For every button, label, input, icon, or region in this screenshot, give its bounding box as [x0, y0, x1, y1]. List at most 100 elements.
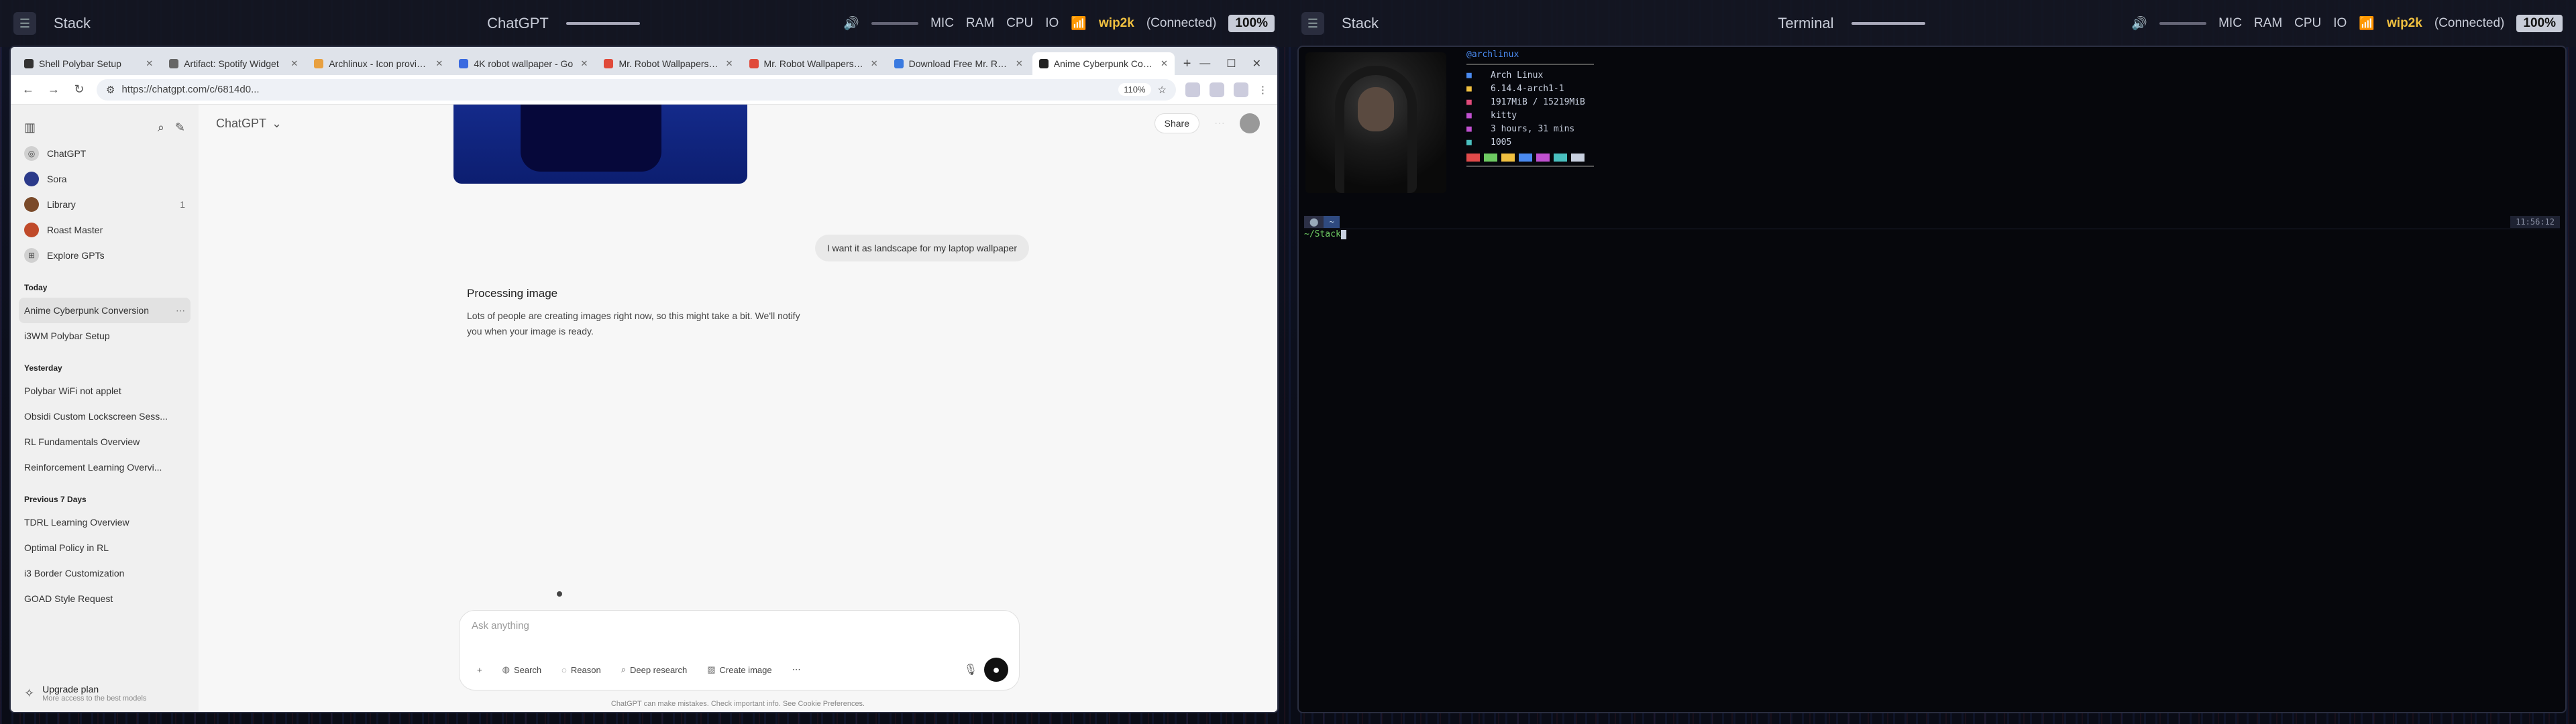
more-tools-icon[interactable]: ⋯: [786, 660, 808, 679]
extension-icon[interactable]: [1210, 82, 1224, 97]
indicator-io: IO: [2333, 16, 2347, 30]
volume-icon[interactable]: 🔊: [2131, 15, 2147, 32]
color-palette: [1466, 154, 1594, 162]
avatar[interactable]: [1240, 113, 1260, 133]
bookmark-star-icon[interactable]: ☆: [1158, 84, 1167, 96]
new-tab-icon[interactable]: +: [1177, 52, 1197, 75]
tab-favicon-icon: [24, 59, 34, 68]
upgrade-plan-button[interactable]: ✧ Upgrade plan More access to the best m…: [19, 684, 191, 703]
history-item[interactable]: GOAD Style Request: [19, 586, 191, 611]
extension-icon[interactable]: [1185, 82, 1200, 97]
history-item[interactable]: TDRL Learning Overview: [19, 509, 191, 535]
prompt-path: ~: [1324, 215, 1340, 228]
more-options-icon[interactable]: ⋯: [176, 305, 185, 316]
message-composer[interactable]: Ask anything + ◍ Search ◌ Reason ⌕ Deep res…: [459, 610, 1020, 690]
tab-close-icon[interactable]: ✕: [146, 58, 153, 69]
tab-close-icon[interactable]: ✕: [871, 58, 878, 69]
library-icon: [24, 197, 39, 212]
reason-tool-button[interactable]: ◌ Reason: [555, 661, 608, 679]
browser-tab[interactable]: Download Free Mr. Robo ✕: [887, 52, 1030, 75]
processing-title: Processing image: [467, 287, 558, 300]
volume-level[interactable]: [871, 22, 919, 25]
wifi-icon[interactable]: 📶: [2359, 15, 2375, 32]
browser-tab[interactable]: Shell Polybar Setup ✕: [17, 52, 160, 75]
globe-icon: ◍: [502, 664, 510, 674]
deep-research-button[interactable]: ⌕ Deep research: [614, 660, 694, 679]
browser-tab[interactable]: 4K robot wallpaper - Go ✕: [452, 52, 595, 75]
workspace-label[interactable]: Stack: [1342, 15, 1379, 32]
sidebar-toggle-icon[interactable]: ▥: [24, 121, 36, 135]
history-item[interactable]: Reinforcement Learning Overvi...: [19, 455, 191, 480]
tab-close-icon[interactable]: ✕: [290, 58, 298, 69]
user-message-bubble: I want it as landscape for my laptop wal…: [814, 235, 1029, 261]
tab-close-icon[interactable]: ✕: [1161, 58, 1168, 69]
sidebar-item-roast-master[interactable]: Roast Master: [19, 217, 191, 243]
sidebar-item-chatgpt[interactable]: ◎ ChatGPT: [19, 141, 191, 166]
generated-image-preview[interactable]: [453, 105, 747, 184]
sidebar-item-sora[interactable]: Sora: [19, 166, 191, 192]
close-window-icon[interactable]: ✕: [1252, 57, 1261, 70]
browser-menu-icon[interactable]: ⋮: [1258, 84, 1268, 96]
memory-icon: ■: [1466, 97, 1472, 107]
command-line[interactable]: ~/Stack: [1304, 229, 1346, 239]
browser-tab[interactable]: Mr. Robot Wallpapers (2) ✕: [742, 52, 885, 75]
tab-close-icon[interactable]: ✕: [581, 58, 588, 69]
volume-icon[interactable]: 🔊: [843, 15, 859, 32]
fetch-row: ■ kitty: [1466, 109, 1594, 123]
share-button[interactable]: Share: [1154, 113, 1199, 133]
window-indicator: [566, 22, 640, 25]
site-info-icon[interactable]: ⚙: [106, 84, 115, 96]
volume-level[interactable]: [2159, 22, 2207, 25]
menu-icon[interactable]: ☰: [1301, 12, 1324, 35]
forward-icon[interactable]: →: [46, 82, 62, 97]
zoom-badge[interactable]: 110%: [1118, 83, 1151, 96]
minimize-icon[interactable]: —: [1199, 58, 1210, 70]
back-icon[interactable]: ←: [20, 82, 36, 97]
profile-icon[interactable]: [1234, 82, 1248, 97]
voice-mode-button[interactable]: ●: [984, 658, 1008, 682]
reload-icon[interactable]: ↻: [71, 82, 87, 97]
browser-tab-active[interactable]: Anime Cyberpunk Conve ✕: [1032, 52, 1175, 75]
tab-close-icon[interactable]: ✕: [435, 58, 443, 69]
composer-placeholder[interactable]: Ask anything: [472, 620, 1007, 631]
tab-favicon-icon: [1038, 59, 1049, 68]
image-icon: ▨: [707, 664, 716, 674]
tab-favicon-icon: [459, 59, 469, 68]
attach-button[interactable]: +: [470, 661, 489, 679]
browser-tab[interactable]: Artifact: Spotify Widget ✕: [162, 52, 305, 75]
create-image-button[interactable]: ▨ Create image: [700, 660, 778, 679]
history-item[interactable]: i3WM Polybar Setup: [19, 323, 191, 349]
menu-icon[interactable]: ☰: [13, 12, 36, 35]
tab-close-icon[interactable]: ✕: [1016, 58, 1023, 69]
history-item[interactable]: RL Fundamentals Overview: [19, 429, 191, 455]
microphone-icon[interactable]: 🎙: [964, 663, 977, 676]
history-item[interactable]: Polybar WiFi not applet: [19, 378, 191, 404]
terminal-window[interactable]: @archlinux ■ Arch Linux ■ 6.14.4-arch1-1 ■…: [1299, 47, 2565, 712]
history-item[interactable]: i3 Border Customization: [19, 560, 191, 586]
sidebar-item-label: Roast Master: [47, 225, 103, 235]
model-selector[interactable]: ChatGPT: [216, 117, 266, 131]
search-tool-button[interactable]: ◍ Search: [496, 660, 549, 679]
history-item[interactable]: Obsidi Custom Lockscreen Sess...: [19, 404, 191, 429]
new-chat-icon[interactable]: ✎: [175, 121, 185, 135]
chat-sidebar: ▥ ⌕ ✎ ◎ ChatGPT Sora Library 1 Roast Maste…: [11, 105, 199, 712]
history-item-active[interactable]: Anime Cyberpunk Conversion ⋯: [19, 298, 191, 323]
more-options-icon[interactable]: ⋯: [1214, 117, 1225, 130]
tab-favicon-icon: [314, 59, 324, 68]
maximize-icon[interactable]: ☐: [1226, 57, 1236, 70]
chevron-down-icon[interactable]: ⌄: [272, 117, 282, 131]
search-icon[interactable]: ⌕: [158, 121, 164, 135]
terminal-cursor: [1340, 229, 1346, 239]
browser-tab[interactable]: Mr. Robot Wallpapers (2) ✕: [597, 52, 740, 75]
browser-tab[interactable]: Archlinux - Icon providers ✕: [307, 52, 450, 75]
url-input[interactable]: ⚙ https://chatgpt.com/c/6814d0... 110% ☆: [97, 78, 1176, 101]
workspace-label[interactable]: Stack: [54, 15, 91, 32]
sidebar-item-library[interactable]: Library 1: [19, 192, 191, 217]
url-text[interactable]: https://chatgpt.com/c/6814d0...: [121, 84, 1112, 95]
wifi-icon[interactable]: 📶: [1071, 15, 1087, 32]
tab-label: Download Free Mr. Robo: [908, 58, 1010, 69]
tab-close-icon[interactable]: ✕: [726, 58, 733, 69]
sidebar-item-explore-gpts[interactable]: ⊞ Explore GPTs: [19, 243, 191, 268]
history-item[interactable]: Optimal Policy in RL: [19, 535, 191, 560]
upgrade-title: Upgrade plan: [42, 684, 99, 695]
